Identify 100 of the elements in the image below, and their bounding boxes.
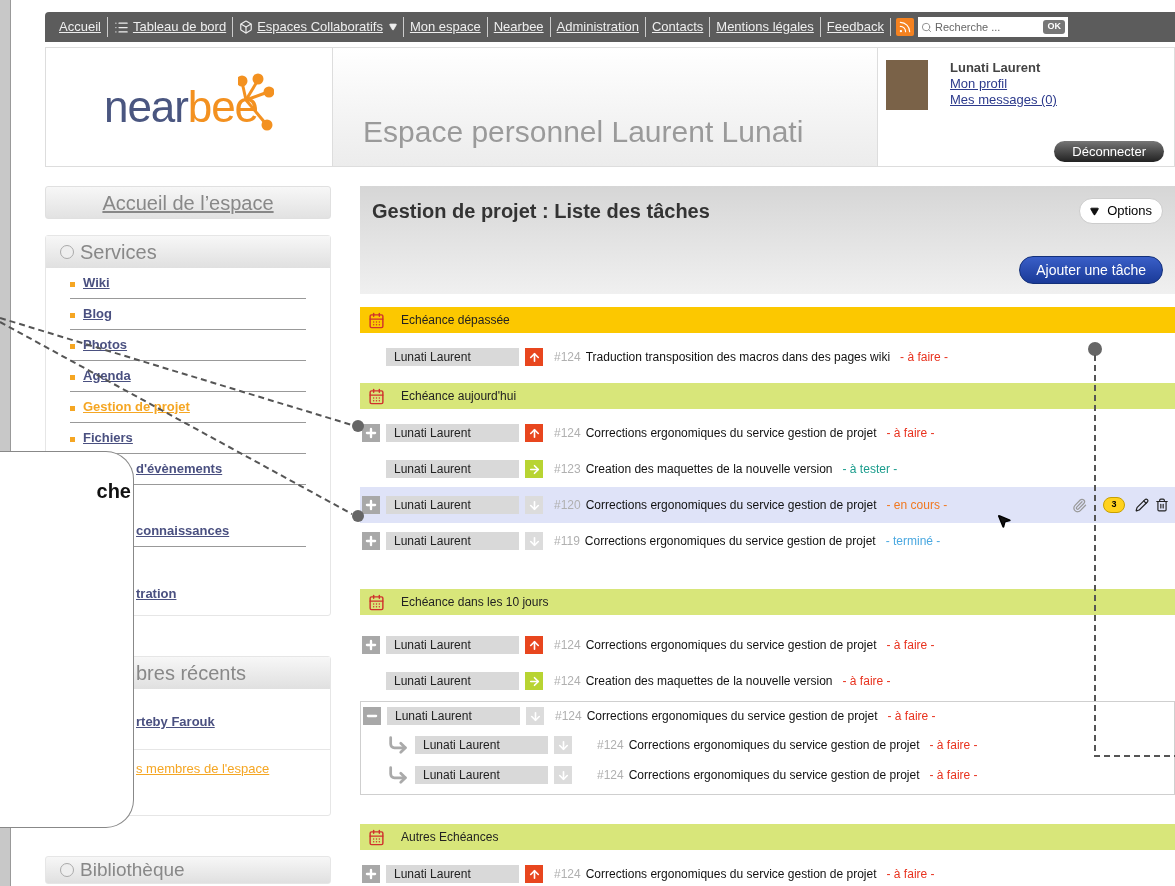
task-status: - à faire - (886, 637, 935, 654)
nav-link[interactable]: Mon espace (409, 17, 481, 37)
mouse-cursor-icon (996, 513, 1012, 529)
user-link[interactable]: Mon profil (950, 76, 1057, 92)
assignee-label: Lunati Laurent (386, 672, 519, 690)
comment-count[interactable]: 3 (1103, 497, 1125, 513)
task-status: - à faire - (842, 673, 891, 690)
nav-link[interactable]: Accueil (59, 17, 101, 37)
task-status: - à faire - (929, 737, 978, 754)
add-task-button[interactable]: Ajouter une tâche (1019, 256, 1163, 284)
service-link[interactable]: Wiki (83, 272, 110, 292)
caret-icon (1090, 206, 1100, 216)
callout-text: che (96, 479, 131, 504)
task-row-highlight[interactable]: Lunati Laurent #120 Corrections ergonomiques du service gestion de projet - en cours - 3 (360, 487, 1175, 523)
search-icon (920, 21, 932, 33)
task-title[interactable]: Corrections ergonomiques du service gestion de projet (585, 865, 877, 883)
bullet-icon (70, 375, 75, 380)
nav-link[interactable]: Tableau de bord (132, 17, 227, 37)
task-title[interactable]: Corrections ergonomiques du service gestion de projet (628, 766, 920, 784)
task-status: - à faire - (900, 349, 949, 366)
nav-link[interactable]: Contacts (652, 17, 704, 37)
task-status: - terminé - (885, 533, 941, 550)
bullet-icon (70, 437, 75, 442)
assignee-label: Lunati Laurent (386, 348, 519, 366)
task-title[interactable]: Corrections ergonomiques du service gestion de projet (585, 636, 877, 654)
assignee-label: Lunati Laurent (386, 424, 519, 442)
task-id: #124 (555, 708, 582, 725)
plus-icon (364, 534, 378, 548)
expand-toggle[interactable] (362, 496, 380, 514)
task-title[interactable]: Creation des maquettes de la nouvelle version (585, 672, 833, 690)
task-status: - à faire - (929, 767, 978, 784)
task-id: #124 (554, 349, 581, 366)
expand-toggle[interactable] (362, 532, 380, 550)
nav-link[interactable]: Administration (556, 17, 639, 37)
logout-button[interactable]: Déconnecter (1054, 141, 1164, 162)
delete-icon[interactable] (1155, 498, 1169, 512)
subtask-arrow-icon (387, 764, 409, 786)
page-title: Gestion de projet : Liste des tâches (372, 199, 710, 224)
task-title[interactable]: Traduction transposition des macros dans des pages wiki (585, 348, 891, 366)
service-link[interactable]: Fichiers (83, 427, 133, 447)
calendar-icon (368, 828, 385, 846)
space-title: Espace personnel Laurent Lunati (363, 114, 804, 150)
plus-icon (364, 498, 378, 512)
user-name: Lunati Laurent (950, 60, 1042, 76)
service-link[interactable]: Photos (83, 334, 128, 354)
paperclip-icon[interactable] (1072, 497, 1087, 513)
section-title: Autres Echéances (401, 829, 499, 846)
edit-icon[interactable] (1135, 498, 1149, 512)
task-id: #124 (554, 425, 581, 442)
assignee-label: Lunati Laurent (415, 736, 548, 754)
task-id: #124 (554, 866, 581, 883)
task-id: #124 (597, 767, 624, 784)
list-icon (113, 19, 129, 35)
plus-icon (364, 638, 378, 652)
section-title: Echéance dans les 10 jours (401, 594, 549, 611)
logo-text: nearbee (104, 85, 258, 129)
calendar-icon (368, 311, 385, 329)
service-link[interactable]: Blog (83, 303, 112, 323)
plus-icon (364, 426, 378, 440)
task-title[interactable]: Corrections ergonomiques du service gestion de projet (585, 424, 877, 442)
user-link[interactable]: Mes messages (0) (950, 92, 1057, 108)
bullet-icon (70, 406, 75, 411)
task-status: - à faire - (886, 425, 935, 442)
bullet-icon (70, 344, 75, 349)
task-status: - à faire - (886, 866, 935, 883)
service-link[interactable]: tration (136, 583, 177, 603)
nav-link[interactable]: Feedback (826, 17, 884, 37)
nav-link[interactable]: Nearbee (493, 17, 544, 37)
dropdown-caret-icon[interactable] (388, 23, 397, 31)
nav-link[interactable]: Mentions légales (716, 17, 814, 37)
task-id: #119 (554, 533, 580, 550)
collapse-toggle[interactable] (363, 707, 381, 725)
task-title[interactable]: Creation des maquettes de la nouvelle version (585, 460, 833, 478)
task-title[interactable]: Corrections ergonomiques du service gestion de projet (586, 707, 878, 725)
expand-toggle[interactable] (362, 636, 380, 654)
task-status: - à faire - (887, 708, 936, 725)
section-title: Echéance dépassée (401, 312, 510, 329)
task-status: - à tester - (842, 461, 898, 478)
nav-link[interactable]: Espaces Collaboratifs (257, 17, 383, 37)
assignee-label: Lunati Laurent (386, 636, 519, 654)
search-ok-button[interactable]: OK (1043, 20, 1065, 34)
task-title[interactable]: Corrections ergonomiques du service gestion de projet (584, 532, 876, 550)
rss-icon[interactable] (895, 18, 914, 36)
cube-icon (239, 20, 254, 34)
assignee-label: Lunati Laurent (386, 865, 519, 883)
avatar-placeholder (886, 60, 928, 110)
options-button[interactable]: Options (1079, 198, 1163, 224)
task-title[interactable]: Corrections ergonomiques du service gestion de projet (628, 736, 920, 754)
expand-toggle[interactable] (362, 865, 380, 883)
task-id: #120 (554, 497, 581, 514)
search-field[interactable]: Recherche ... OK (917, 17, 1068, 37)
member-link[interactable]: rteby Farouk (136, 714, 215, 729)
bullet-icon (70, 313, 75, 318)
service-link[interactable]: d'évènements (136, 458, 223, 478)
calendar-icon (368, 387, 385, 405)
service-link[interactable]: connaissances (136, 520, 230, 540)
task-title[interactable]: Corrections ergonomiques du service gestion de projet (585, 496, 877, 514)
assignee-label: Lunati Laurent (387, 707, 520, 725)
service-link[interactable]: Agenda (83, 365, 131, 385)
expand-toggle[interactable] (362, 424, 380, 442)
